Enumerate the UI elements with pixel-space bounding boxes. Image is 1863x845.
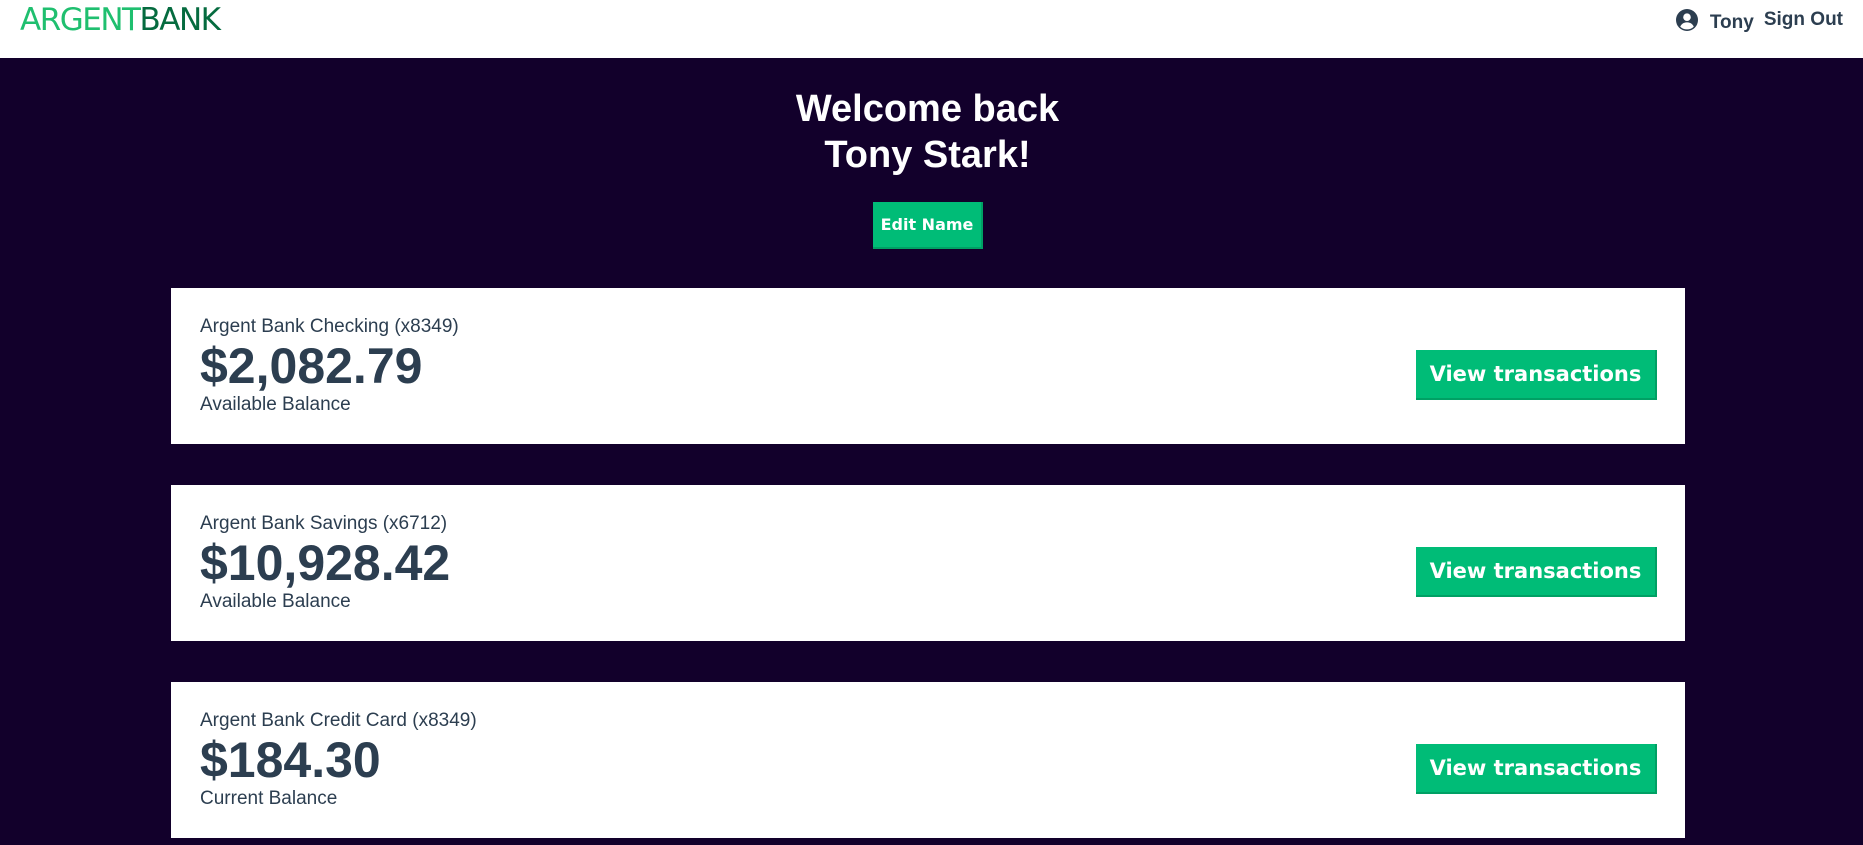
user-circle-icon: [1675, 9, 1698, 31]
top-navbar: ARGENTBANK Tony Sign Out: [0, 0, 1863, 58]
welcome-line: Welcome back: [795, 88, 1060, 130]
account-title: Argent Bank Credit Card (x8349): [200, 710, 477, 731]
account-title: Argent Bank Savings (x6712): [200, 513, 448, 534]
view-transactions-button[interactable]: View transactions: [1416, 547, 1657, 597]
welcome-heading: Welcome back Tony Stark!: [0, 86, 1855, 178]
account-title: Argent Bank Checking (x8349): [200, 316, 459, 337]
profile-link[interactable]: Tony: [1710, 12, 1754, 34]
account-amount: $2,082.79: [200, 338, 423, 394]
view-transactions-button[interactable]: View transactions: [1416, 350, 1657, 400]
account-amount: $184.30: [200, 732, 381, 788]
account-card-savings: Argent Bank Savings (x6712) $10,928.42 A…: [171, 485, 1685, 641]
account-card-credit: Argent Bank Credit Card (x8349) $184.30 …: [171, 682, 1685, 838]
argent-bank-logo[interactable]: ARGENTBANK: [20, 2, 221, 38]
sign-out-link[interactable]: Sign Out: [1764, 9, 1843, 31]
account-amount-description: Current Balance: [200, 788, 338, 809]
logo-text-bank: BANK: [139, 2, 221, 38]
account-amount: $10,928.42: [200, 535, 451, 591]
account-amount-description: Available Balance: [200, 394, 351, 415]
edit-name-button[interactable]: Edit Name: [873, 202, 983, 249]
view-transactions-button[interactable]: View transactions: [1416, 744, 1657, 794]
account-card-checking: Argent Bank Checking (x8349) $2,082.79 A…: [171, 288, 1685, 444]
user-nav: Tony Sign Out: [1675, 5, 1843, 35]
account-amount-description: Available Balance: [200, 591, 351, 612]
logo-text-argent: ARGENT: [20, 2, 141, 38]
user-full-name: Tony Stark!: [824, 134, 1031, 176]
